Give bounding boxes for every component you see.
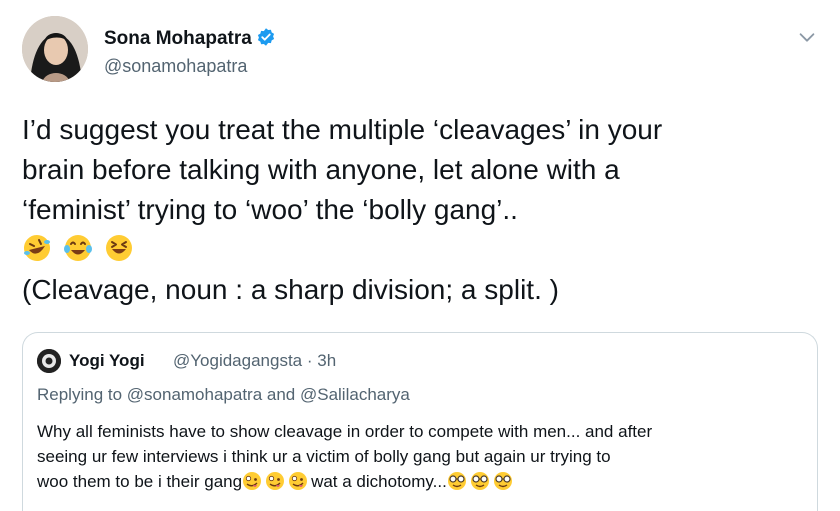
tweet-emoji-row — [22, 230, 822, 270]
zany-face-emoji — [289, 472, 308, 490]
tweet-line: I’d suggest you treat the multiple ‘clea… — [22, 114, 663, 145]
quoted-tweet-fragment: wat a dichotomy... — [311, 472, 447, 491]
grinning-squinting-face-emoji — [106, 235, 133, 261]
author-handle[interactable]: @sonamohapatra — [104, 54, 247, 78]
replying-to-text: Replying to @sonamohapatra and @Salilach… — [37, 385, 410, 404]
verified-badge-icon — [257, 28, 274, 46]
face-with-tears-of-joy-emoji — [64, 235, 93, 261]
rolling-on-floor-laughing-emoji — [24, 235, 50, 261]
quoted-tweet-line: seeing ur few interviews i think ur a vi… — [37, 447, 611, 466]
tweet-definition: (Cleavage, noun : a sharp division; a sp… — [22, 274, 559, 305]
author-name[interactable]: Sona Mohapatra — [104, 27, 276, 51]
tweet-body: I’d suggest you treat the multiple ‘clea… — [22, 110, 822, 310]
quoted-tweet-line: Why all feminists have to show cleavage … — [37, 422, 653, 441]
avatar-photo — [37, 349, 61, 373]
quoted-tweet-fragment: woo them to be i their gang — [37, 472, 243, 491]
zany-face-emoji — [266, 472, 285, 490]
nerd-face-emoji — [493, 472, 512, 490]
tweet-line: brain before talking with anyone, let al… — [22, 154, 620, 185]
quoted-tweet-line: woo them to be i their gang wat a dichoto… — [37, 469, 817, 494]
nerd-face-emoji — [470, 472, 489, 490]
author-name-text: Sona Mohapatra — [104, 28, 252, 49]
zany-face-emoji — [243, 472, 262, 490]
avatar-photo — [22, 16, 88, 82]
quoted-author-handle[interactable]: @Yogidagangsta · 3h — [173, 349, 336, 373]
nerd-face-emoji — [447, 472, 466, 490]
quoted-tweet-body: Why all feminists have to show cleavage … — [37, 419, 817, 494]
quoted-tweet[interactable]: Yogi Yogi @Yogidagangsta · 3h Replying t… — [22, 332, 818, 511]
quoted-author-name[interactable]: Yogi Yogi — [69, 349, 145, 373]
author-avatar[interactable] — [22, 16, 88, 82]
chevron-down-icon[interactable] — [796, 26, 818, 48]
tweet-line: ‘feminist’ trying to ‘woo’ the ‘bolly ga… — [22, 194, 518, 225]
quoted-author-avatar[interactable] — [37, 349, 61, 373]
tweet-card: Sona Mohapatra @sonamohapatra I’d sugges… — [0, 0, 840, 511]
